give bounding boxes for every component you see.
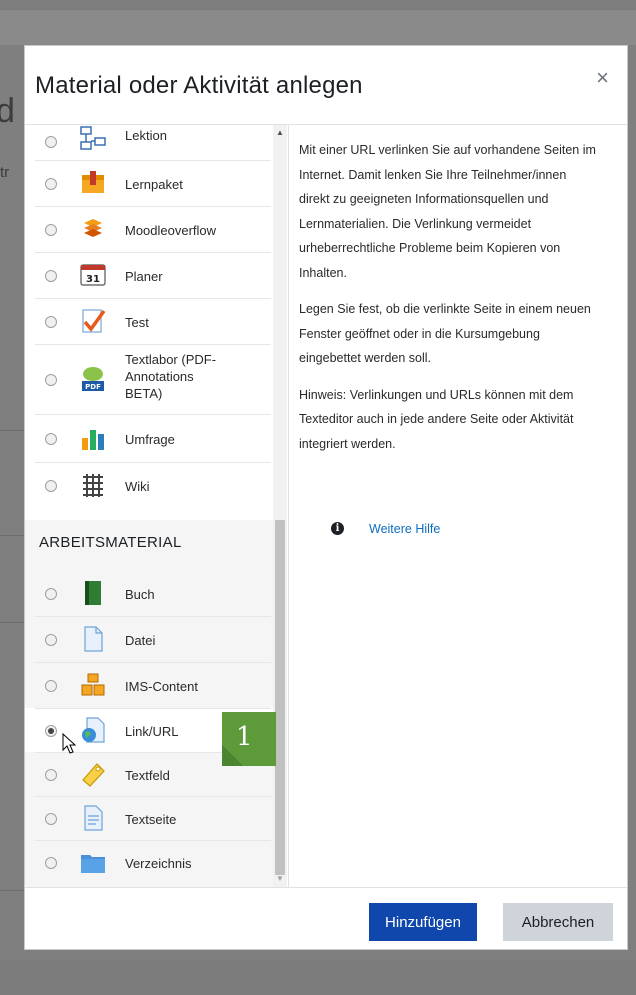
add-button[interactable]: Hinzufügen xyxy=(369,903,477,941)
module-option-textlabor[interactable]: PDF Textlabor (PDF- Annotations BETA) xyxy=(35,345,271,415)
module-option-test[interactable]: Test xyxy=(35,299,271,345)
module-label-line: Annotations xyxy=(125,369,194,384)
module-label: Link/URL xyxy=(125,724,179,739)
module-option-textseite[interactable]: Textseite xyxy=(35,797,271,841)
description-paragraph: Mit einer URL verlinken Sie auf vorhande… xyxy=(299,143,596,280)
background-page-fragment: d tr xyxy=(0,52,24,952)
dialog-title: Material oder Aktivität anlegen xyxy=(35,72,363,99)
description-paragraph: Hinweis: Verlinkungen und URLs können mi… xyxy=(299,387,574,451)
folder-icon xyxy=(81,855,105,873)
module-label: Verzeichnis xyxy=(125,856,192,871)
radio-buch[interactable] xyxy=(45,588,57,600)
module-option-moodleoverflow[interactable]: Moodleoverflow xyxy=(35,207,271,253)
quiz-check-icon xyxy=(82,309,106,333)
module-label: Datei xyxy=(125,633,156,648)
chooser-dialog: Material oder Aktivität anlegen × Lektio… xyxy=(24,45,628,950)
book-icon xyxy=(85,581,101,605)
radio-test[interactable] xyxy=(45,316,57,328)
scorm-package-icon xyxy=(82,171,104,193)
radio-ims-content[interactable] xyxy=(45,680,57,692)
background-divider xyxy=(0,622,24,623)
module-label-line: BETA) xyxy=(125,386,163,401)
file-icon xyxy=(84,626,103,652)
module-option-datei[interactable]: Datei xyxy=(35,617,271,663)
radio-wiki[interactable] xyxy=(45,480,57,492)
radio-textfeld[interactable] xyxy=(45,769,57,781)
survey-chart-icon xyxy=(82,430,104,450)
radio-planer[interactable] xyxy=(45,270,57,282)
close-icon[interactable]: × xyxy=(596,66,609,90)
module-option-ims-content[interactable]: IMS-Content xyxy=(35,663,271,709)
dialog-footer: Hinzufügen Abbrechen xyxy=(25,887,627,949)
description-paragraph: Legen Sie fest, ob die verlinkte Seite i… xyxy=(299,302,591,365)
mouse-cursor-icon xyxy=(62,733,77,754)
cancel-button[interactable]: Abbrechen xyxy=(503,903,613,941)
radio-link-url[interactable] xyxy=(45,725,57,737)
background-divider xyxy=(0,430,24,431)
dialog-header: Material oder Aktivität anlegen × xyxy=(25,46,627,125)
section-header-resources: ARBEITSMATERIAL xyxy=(39,534,182,551)
module-list[interactable]: Lektion Lernpaket Moodleoverflow 31 Plan… xyxy=(25,125,289,887)
radio-umfrage[interactable] xyxy=(45,433,57,445)
ims-package-icon xyxy=(81,673,105,696)
moodleoverflow-icon xyxy=(84,219,102,237)
svg-text:31: 31 xyxy=(86,274,100,285)
module-label: Umfrage xyxy=(125,432,175,447)
list-scrollbar[interactable]: ▲ ▼ xyxy=(273,125,287,887)
url-globe-icon xyxy=(82,717,105,743)
module-label: Wiki xyxy=(125,479,150,494)
page-icon xyxy=(84,805,103,831)
module-label: IMS-Content xyxy=(125,679,198,694)
module-label: Lernpaket xyxy=(125,177,183,192)
scrollbar-thumb[interactable] xyxy=(275,520,285,875)
lesson-icon xyxy=(80,126,106,150)
module-label-line: Textlabor (PDF- xyxy=(125,352,217,367)
scroll-down-arrow-icon[interactable]: ▼ xyxy=(273,873,287,885)
info-icon: i xyxy=(331,522,344,535)
background-text-fragment: tr xyxy=(0,164,10,181)
svg-text:PDF: PDF xyxy=(85,383,101,391)
module-description: Mit einer URL verlinken Sie auf vorhande… xyxy=(299,138,599,468)
module-option-lektion[interactable]: Lektion xyxy=(35,125,271,161)
module-option-buch[interactable]: Buch xyxy=(35,571,271,617)
radio-verzeichnis[interactable] xyxy=(45,857,57,869)
radio-lektion[interactable] xyxy=(45,136,57,148)
module-option-verzeichnis[interactable]: Verzeichnis xyxy=(35,841,271,885)
planner-calendar-icon: 31 xyxy=(80,264,106,286)
help-link[interactable]: Weitere Hilfe xyxy=(369,522,440,536)
background-divider xyxy=(0,535,24,536)
module-option-wiki[interactable]: Wiki xyxy=(35,463,271,509)
radio-textseite[interactable] xyxy=(45,813,57,825)
background-heading-fragment: d xyxy=(0,92,15,130)
radio-lernpaket[interactable] xyxy=(45,178,57,190)
module-label: Textlabor (PDF- Annotations BETA) xyxy=(125,351,216,402)
wiki-icon xyxy=(83,474,103,497)
radio-datei[interactable] xyxy=(45,634,57,646)
scroll-up-arrow-icon[interactable]: ▲ xyxy=(273,127,287,139)
module-option-planer[interactable]: 31 Planer xyxy=(35,253,271,299)
pdf-annotation-icon: PDF xyxy=(82,367,104,391)
radio-moodleoverflow[interactable] xyxy=(45,224,57,236)
page-overlay-bottom xyxy=(0,960,636,995)
module-option-umfrage[interactable]: Umfrage xyxy=(35,415,271,463)
step-number-badge: 1 xyxy=(236,722,253,752)
top-overlay-band xyxy=(0,0,636,10)
module-option-lernpaket[interactable]: Lernpaket xyxy=(35,161,271,207)
module-label: Planer xyxy=(125,269,163,284)
module-label: Test xyxy=(125,315,149,330)
background-divider xyxy=(0,890,24,891)
label-tag-icon xyxy=(82,763,105,787)
radio-textlabor[interactable] xyxy=(45,374,57,386)
module-label: Textseite xyxy=(125,812,177,827)
module-label: Textfeld xyxy=(125,768,170,783)
module-label: Moodleoverflow xyxy=(125,223,217,238)
module-label: Lektion xyxy=(125,128,167,143)
module-label: Buch xyxy=(125,587,155,602)
